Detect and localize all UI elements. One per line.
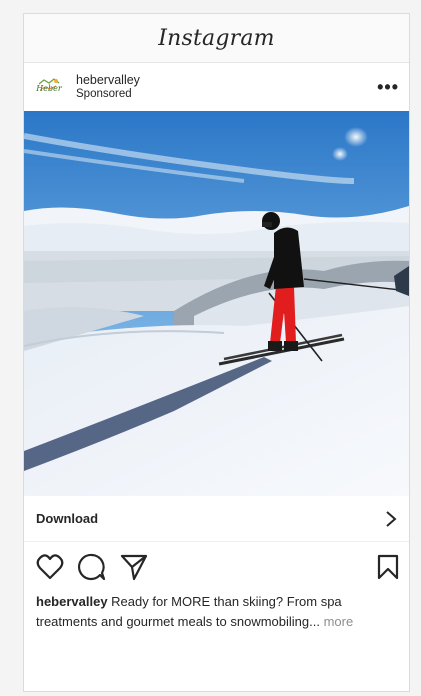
instagram-logo[interactable]: Instagram (158, 26, 274, 51)
chevron-right-icon (386, 510, 397, 527)
share-icon[interactable] (120, 553, 148, 581)
caption-more-link[interactable]: more (324, 614, 354, 629)
download-cta[interactable]: Download (24, 496, 409, 542)
more-options-button[interactable]: ••• (377, 77, 399, 98)
heart-icon[interactable] (36, 554, 64, 580)
post-image[interactable] (24, 111, 409, 496)
post-caption: hebervalley Ready for MORE than skiing? … (24, 592, 409, 632)
bookmark-icon[interactable] (377, 554, 399, 580)
sponsored-label: Sponsored (76, 88, 132, 100)
caption-username[interactable]: hebervalley (36, 594, 108, 609)
phone-frame: Instagram Heber hebervalley Sponsored ••… (23, 13, 410, 692)
account-name[interactable]: hebervalley (76, 73, 140, 87)
download-label: Download (36, 511, 99, 526)
post-actions (24, 542, 409, 592)
post-header: Heber hebervalley Sponsored ••• (24, 63, 409, 111)
avatar[interactable]: Heber (36, 74, 62, 100)
avatar-text: Heber (36, 83, 62, 93)
comment-icon[interactable] (78, 553, 106, 581)
app-header: Instagram (24, 14, 409, 63)
account-info: hebervalley Sponsored (76, 73, 140, 101)
